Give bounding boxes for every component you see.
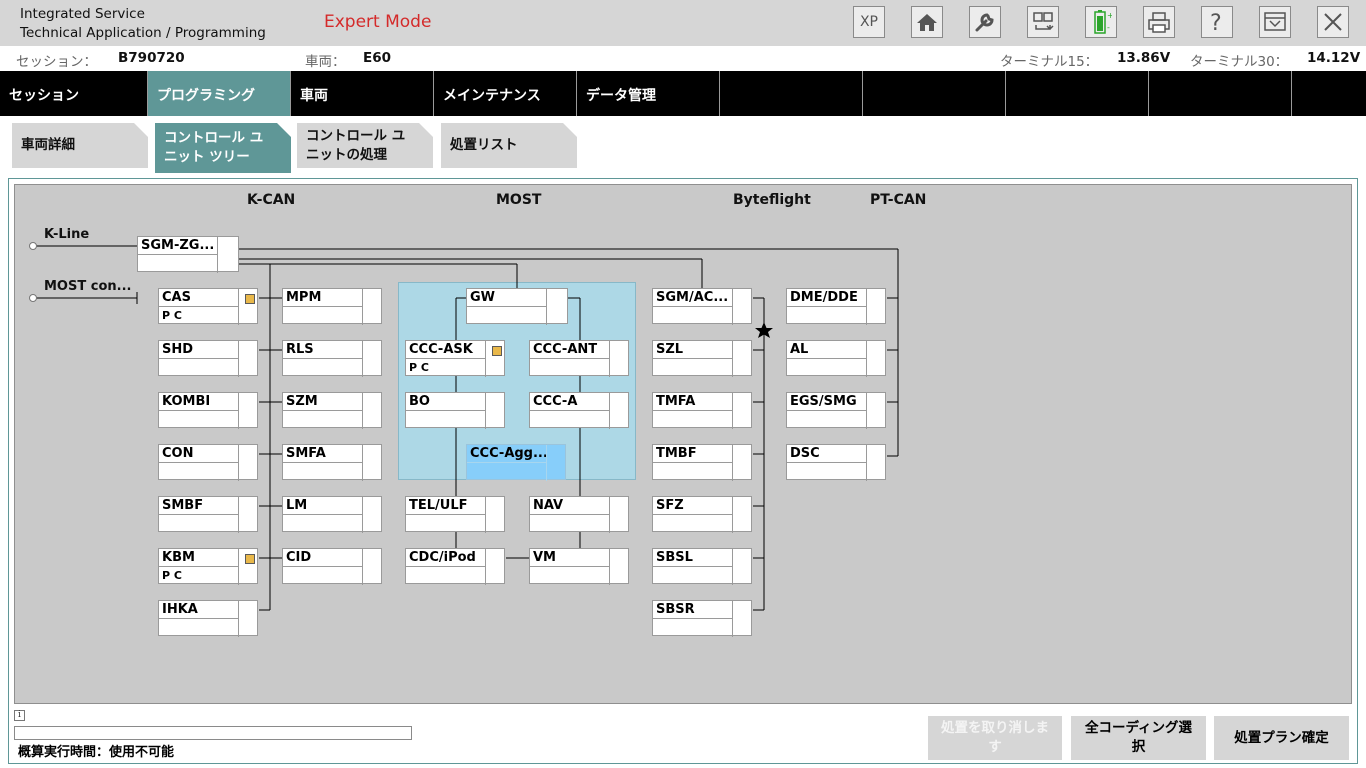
unit-name: CCC-ASK bbox=[406, 341, 486, 359]
kline-connector-icon bbox=[29, 242, 37, 250]
bus-lines bbox=[29, 242, 899, 611]
unit-name: NAV bbox=[530, 497, 610, 515]
unit-kbm[interactable]: KBM P C bbox=[158, 548, 258, 585]
unit-name: EGS/SMG bbox=[787, 393, 867, 411]
unit-name: MPM bbox=[283, 289, 363, 307]
most-con-label: MOST con... bbox=[44, 279, 132, 294]
unit-szl[interactable]: SZL bbox=[652, 340, 752, 377]
unit-ccc-agg[interactable]: CCC-Agg... bbox=[466, 444, 566, 481]
unit-name: SGM-ZG... bbox=[138, 237, 218, 255]
unit-name: TMBF bbox=[653, 445, 733, 463]
unit-name: CON bbox=[159, 445, 239, 463]
unit-name: SBSR bbox=[653, 601, 733, 619]
select-all-coding-line1: 全コーディング選 bbox=[1084, 720, 1193, 736]
unit-al[interactable]: AL bbox=[786, 340, 886, 377]
unit-shd[interactable]: SHD bbox=[158, 340, 258, 377]
unit-smfa[interactable]: SMFA bbox=[282, 444, 382, 481]
unit-ihka[interactable]: IHKA bbox=[158, 600, 258, 637]
unit-name: CDC/iPod bbox=[406, 549, 486, 567]
cancel-measures-button[interactable]: 処置を取り消しま す bbox=[928, 716, 1062, 760]
unit-name: CAS bbox=[159, 289, 239, 307]
unit-name: TEL/ULF bbox=[406, 497, 486, 515]
unit-cid[interactable]: CID bbox=[282, 548, 382, 585]
unit-sub: P C bbox=[159, 567, 239, 585]
most-connector-icon bbox=[29, 294, 37, 302]
unit-name: RLS bbox=[283, 341, 363, 359]
unit-sfz[interactable]: SFZ bbox=[652, 496, 752, 533]
unit-ccc-ant[interactable]: CCC-ANT bbox=[529, 340, 629, 377]
unit-name: SMFA bbox=[283, 445, 363, 463]
unit-name: SHD bbox=[159, 341, 239, 359]
unit-name: CCC-A bbox=[530, 393, 610, 411]
unit-name: SFZ bbox=[653, 497, 733, 515]
flag-icon bbox=[492, 346, 502, 356]
unit-name: CCC-ANT bbox=[530, 341, 610, 359]
select-all-coding-button[interactable]: 全コーディング選 択 bbox=[1071, 716, 1206, 760]
unit-name: KOMBI bbox=[159, 393, 239, 411]
confirm-plan-label: 処置プラン確定 bbox=[1234, 729, 1329, 746]
unit-cdc-ipod[interactable]: CDC/iPod bbox=[405, 548, 505, 585]
info-icon[interactable]: i bbox=[14, 710, 25, 721]
estimated-time-label: 概算実行時間：使用不可能 bbox=[18, 745, 175, 760]
unit-smbf[interactable]: SMBF bbox=[158, 496, 258, 533]
unit-szm[interactable]: SZM bbox=[282, 392, 382, 429]
unit-tmbf[interactable]: TMBF bbox=[652, 444, 752, 481]
unit-name: SGM/AC... bbox=[653, 289, 733, 307]
unit-sub: P C bbox=[159, 307, 239, 325]
unit-name: SBSL bbox=[653, 549, 733, 567]
unit-cas[interactable]: CAS P C bbox=[158, 288, 258, 325]
unit-name: AL bbox=[787, 341, 867, 359]
unit-name: DSC bbox=[787, 445, 867, 463]
unit-name: SZL bbox=[653, 341, 733, 359]
unit-con[interactable]: CON bbox=[158, 444, 258, 481]
kline-label: K-Line bbox=[44, 227, 90, 242]
cancel-measures-line1: 処置を取り消しま bbox=[941, 720, 1049, 736]
unit-name: LM bbox=[283, 497, 363, 515]
unit-kombi[interactable]: KOMBI bbox=[158, 392, 258, 429]
unit-tmfa[interactable]: TMFA bbox=[652, 392, 752, 429]
unit-vm[interactable]: VM bbox=[529, 548, 629, 585]
unit-name: GW bbox=[467, 289, 547, 307]
unit-rls[interactable]: RLS bbox=[282, 340, 382, 377]
select-all-coding-line2: 択 bbox=[1131, 739, 1146, 755]
unit-ccc-a[interactable]: CCC-A bbox=[529, 392, 629, 429]
unit-bo[interactable]: BO bbox=[405, 392, 505, 429]
unit-dme-dde[interactable]: DME/DDE bbox=[786, 288, 886, 325]
unit-name: CCC-Agg... bbox=[467, 445, 547, 463]
unit-lm[interactable]: LM bbox=[282, 496, 382, 533]
confirm-plan-button[interactable]: 処置プラン確定 bbox=[1214, 716, 1349, 760]
unit-dsc[interactable]: DSC bbox=[786, 444, 886, 481]
progress-bar bbox=[14, 726, 412, 740]
unit-name: SZM bbox=[283, 393, 363, 411]
unit-gw[interactable]: GW bbox=[466, 288, 568, 325]
unit-name: KBM bbox=[159, 549, 239, 567]
unit-nav[interactable]: NAV bbox=[529, 496, 629, 533]
unit-name: DME/DDE bbox=[787, 289, 867, 307]
unit-sub: P C bbox=[406, 359, 486, 377]
unit-name: IHKA bbox=[159, 601, 239, 619]
cancel-measures-line2: す bbox=[988, 739, 1002, 755]
unit-name: TMFA bbox=[653, 393, 733, 411]
unit-name: VM bbox=[530, 549, 610, 567]
unit-sgm-ac[interactable]: SGM/AC... bbox=[652, 288, 752, 325]
unit-ccc-ask[interactable]: CCC-ASK P C bbox=[405, 340, 505, 377]
flag-icon bbox=[245, 554, 255, 564]
unit-mpm[interactable]: MPM bbox=[282, 288, 382, 325]
unit-egs-smg[interactable]: EGS/SMG bbox=[786, 392, 886, 429]
unit-name: CID bbox=[283, 549, 363, 567]
unit-name: SMBF bbox=[159, 497, 239, 515]
unit-sgm-zg[interactable]: SGM-ZG... bbox=[137, 236, 239, 273]
unit-tel-ulf[interactable]: TEL/ULF bbox=[405, 496, 505, 533]
unit-sbsl[interactable]: SBSL bbox=[652, 548, 752, 585]
unit-sbsr[interactable]: SBSR bbox=[652, 600, 752, 637]
unit-name: BO bbox=[406, 393, 486, 411]
flag-icon bbox=[245, 294, 255, 304]
